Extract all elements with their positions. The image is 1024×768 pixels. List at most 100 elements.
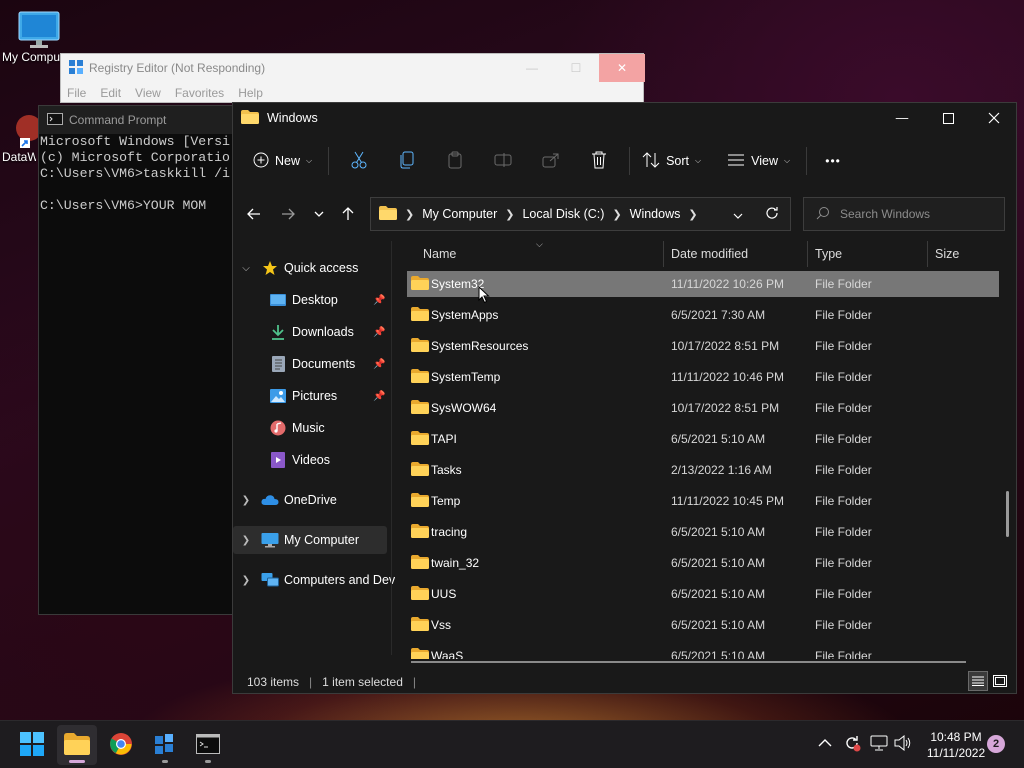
column-header-date[interactable]: Date modified [671,239,748,269]
start-button[interactable] [12,725,52,765]
file-row[interactable]: SystemResources 10/17/2022 8:51 PM File Fo… [407,333,999,359]
file-row[interactable]: WaaS 6/5/2021 5:10 AM File Folder [407,643,999,659]
nav-item-documents[interactable]: Documents 📌 [233,350,387,378]
taskbar-chrome[interactable] [101,725,141,765]
pin-icon[interactable]: 📌 [373,295,385,306]
pin-icon[interactable]: 📌 [373,327,385,338]
vertical-scrollbar[interactable] [1006,491,1009,537]
file-row[interactable]: UUS 6/5/2021 5:10 AM File Folder [407,581,999,607]
volume-icon[interactable] [894,734,912,754]
file-row[interactable]: Temp 11/11/2022 10:45 PM File Folder [407,488,999,514]
file-date: 6/5/2021 7:30 AM [671,308,766,322]
forward-button[interactable] [273,197,303,231]
minimize-button[interactable]: — [509,54,555,82]
more-options-button[interactable]: ••• [813,145,853,177]
terminal-icon [47,112,63,128]
more-icon: ••• [825,154,841,168]
horizontal-scrollbar[interactable] [411,661,966,663]
file-explorer-window[interactable]: Windows — New ⌵ Sort ⌵ View ⌵ ••• ❯ My C… [232,102,1017,694]
refresh-button[interactable] [765,206,779,223]
large-icons-view-button[interactable] [990,671,1010,691]
file-name: SysWOW64 [431,401,497,415]
search-placeholder: Search Windows [840,207,931,221]
chevron-down-icon[interactable]: ⌵ [239,263,253,274]
menu-view[interactable]: View [135,86,161,100]
column-header-name[interactable]: Name [423,239,456,269]
notification-badge[interactable]: 2 [987,735,1005,753]
menu-edit[interactable]: Edit [100,86,121,100]
file-row[interactable]: twain_32 6/5/2021 5:10 AM File Folder [407,550,999,576]
address-dropdown-button[interactable] [733,208,743,222]
clock[interactable]: 10:48 PM 11/11/2022 [918,729,994,761]
menu-file[interactable]: File [67,86,86,100]
nav-network[interactable]: ❯ Computers and Dev [233,566,395,594]
up-button[interactable] [333,197,363,231]
nav-quick-access[interactable]: ⌵ Quick access [233,254,387,282]
chevron-right-icon[interactable]: ❯ [688,208,697,221]
delete-button[interactable] [575,145,623,177]
breadcrumb-local-disk[interactable]: Local Disk (C:) [522,207,604,221]
menu-favorites[interactable]: Favorites [175,86,224,100]
share-button[interactable] [527,145,575,177]
folder-icon [64,732,90,758]
nav-item-desktop[interactable]: Desktop 📌 [233,286,387,314]
sort-button[interactable]: Sort ⌵ [636,145,711,177]
chevron-right-icon[interactable]: ❯ [239,495,253,506]
maximize-button[interactable]: ☐ [553,54,599,82]
pin-icon[interactable]: 📌 [373,359,385,370]
chevron-right-icon[interactable]: ❯ [239,535,253,546]
nav-onedrive[interactable]: ❯ OneDrive [233,486,387,514]
address-bar[interactable]: ❯ My Computer ❯ Local Disk (C:) ❯ Window… [370,197,791,231]
breadcrumb-windows[interactable]: Windows [630,207,681,221]
folder-icon [411,524,429,541]
minimize-button[interactable]: — [879,103,925,133]
nav-item-music[interactable]: Music [233,414,387,442]
nav-item-pictures[interactable]: Pictures 📌 [233,382,387,410]
nav-item-videos[interactable]: Videos [233,446,387,474]
chevron-right-icon[interactable]: ❯ [239,575,253,586]
breadcrumb-my-computer[interactable]: My Computer [422,207,497,221]
view-button[interactable]: View ⌵ [711,145,800,177]
paste-button[interactable] [431,145,479,177]
file-row[interactable]: Tasks 2/13/2022 1:16 AM File Folder [407,457,999,483]
new-button[interactable]: New ⌵ [247,145,322,177]
details-view-button[interactable] [968,671,988,691]
close-button[interactable] [971,103,1017,133]
maximize-button[interactable] [925,103,971,133]
nav-my-computer[interactable]: ❯ My Computer [233,526,387,554]
column-divider[interactable] [807,241,808,267]
chevron-right-icon[interactable]: ❯ [612,208,621,221]
column-header-type[interactable]: Type [815,239,842,269]
recent-locations-button[interactable] [304,197,334,231]
file-row[interactable]: Vss 6/5/2021 5:10 AM File Folder [407,612,999,638]
file-row[interactable]: tracing 6/5/2021 5:10 AM File Folder [407,519,999,545]
search-box[interactable]: Search Windows [803,197,1005,231]
show-hidden-icons-button[interactable] [818,737,832,751]
column-divider[interactable] [663,241,664,267]
cut-button[interactable] [335,145,383,177]
paste-icon [447,151,463,172]
taskbar-command-prompt[interactable] [188,725,228,765]
update-icon[interactable] [843,734,861,755]
rename-button[interactable] [479,145,527,177]
column-header-size[interactable]: Size [935,239,959,269]
pin-icon[interactable]: 📌 [373,391,385,402]
copy-button[interactable] [383,145,431,177]
column-divider[interactable] [927,241,928,267]
pane-divider[interactable] [391,241,392,655]
menu-help[interactable]: Help [238,86,263,100]
registry-editor-window[interactable]: Registry Editor (Not Responding) File Ed… [60,53,645,103]
file-row[interactable]: SystemTemp 11/11/2022 10:46 PM File Folder [407,364,999,390]
chevron-right-icon[interactable]: ❯ [505,208,514,221]
file-row[interactable]: SysWOW64 10/17/2022 8:51 PM File Folder [407,395,999,421]
explorer-titlebar[interactable]: Windows — [233,103,1016,133]
taskbar-registry-editor[interactable] [145,725,185,765]
file-row[interactable]: System32 11/11/2022 10:26 PM File Folder [407,271,999,297]
close-button[interactable]: ✕ [599,54,645,82]
file-row[interactable]: SystemApps 6/5/2021 7:30 AM File Folder [407,302,999,328]
back-button[interactable] [239,197,269,231]
taskbar-file-explorer[interactable] [57,725,97,765]
network-icon[interactable] [870,735,888,754]
nav-item-downloads[interactable]: Downloads 📌 [233,318,387,346]
file-row[interactable]: TAPI 6/5/2021 5:10 AM File Folder [407,426,999,452]
